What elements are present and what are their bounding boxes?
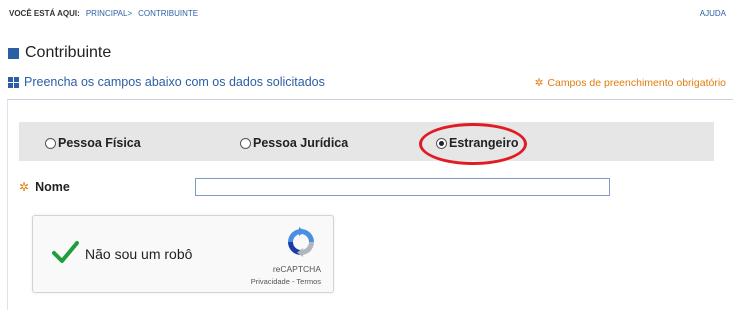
radio-pessoa-fisica[interactable]: Pessoa Física — [45, 136, 141, 150]
title-square-icon — [8, 47, 19, 59]
grid-icon — [8, 76, 19, 88]
page-header: Contribuinte — [8, 44, 111, 62]
radio-circle[interactable] — [240, 137, 251, 149]
help-link[interactable]: AJUDA — [700, 9, 726, 18]
name-input[interactable] — [195, 178, 610, 196]
recaptcha-label: Não sou um robô — [85, 246, 193, 262]
radio-label-estrangeiro: Estrangeiro — [449, 136, 519, 150]
instructions-text: Preencha os campos abaixo com os dados s… — [24, 75, 325, 89]
radio-label-pessoa-juridica: Pessoa Jurídica — [253, 136, 349, 150]
radio-pessoa-juridica[interactable]: Pessoa Jurídica — [240, 136, 348, 150]
asterisk-icon: ✲ — [534, 77, 544, 89]
radio-estrangeiro[interactable]: Estrangeiro — [436, 136, 518, 150]
recaptcha-widget: Não sou um robô reCAPTCHA Privacidade - … — [32, 215, 334, 293]
instructions: Preencha os campos abaixo com os dados s… — [8, 75, 325, 89]
breadcrumb-link-contribuinte[interactable]: CONTRIBUINTE — [138, 9, 198, 18]
name-label: Nome — [35, 180, 70, 194]
breadcrumb: VOCÊ ESTÁ AQUI: PRINCIPAL> CONTRIBUINTE — [9, 9, 198, 18]
checkmark-icon[interactable] — [51, 238, 79, 266]
name-field-label-row: ✲ Nome — [19, 180, 70, 194]
recaptcha-brand: reCAPTCHA — [272, 264, 321, 274]
recaptcha-links[interactable]: Privacidade - Termos — [251, 277, 321, 286]
required-note-text: Campos de preenchimento obrigatório — [547, 77, 726, 89]
required-asterisk-icon: ✲ — [19, 180, 30, 194]
radio-circle[interactable] — [45, 137, 56, 149]
page-title: Contribuinte — [25, 44, 112, 61]
breadcrumb-link-principal[interactable]: PRINCIPAL> — [86, 9, 132, 18]
breadcrumb-label: VOCÊ ESTÁ AQUI: — [9, 9, 80, 18]
recaptcha-logo-icon — [288, 227, 314, 257]
radio-label-pessoa-fisica: Pessoa Física — [58, 136, 141, 150]
required-note: ✲ Campos de preenchimento obrigatório — [535, 77, 726, 89]
radio-circle-checked[interactable] — [436, 137, 447, 149]
